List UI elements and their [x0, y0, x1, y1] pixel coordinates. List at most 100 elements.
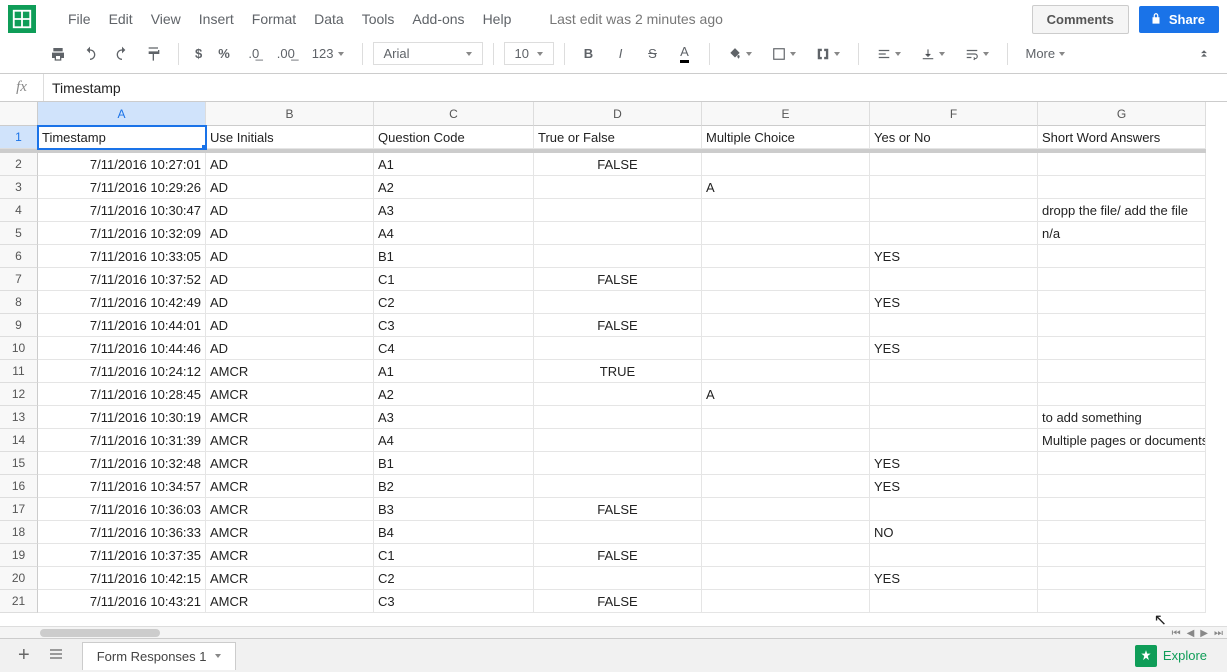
cell[interactable] — [870, 314, 1038, 337]
cell[interactable]: AMCR — [206, 567, 374, 590]
cell[interactable]: C2 — [374, 291, 534, 314]
cell[interactable]: AD — [206, 314, 374, 337]
cell[interactable]: B4 — [374, 521, 534, 544]
row-header[interactable]: 13 — [0, 406, 38, 429]
cell[interactable] — [702, 360, 870, 383]
row-header[interactable]: 4 — [0, 199, 38, 222]
cell[interactable] — [1038, 337, 1206, 360]
cell[interactable]: C1 — [374, 268, 534, 291]
column-header[interactable]: F — [870, 102, 1038, 126]
cell[interactable] — [1038, 176, 1206, 199]
scroll-right-icon[interactable]: ▶ — [1198, 628, 1210, 639]
row-header[interactable]: 17 — [0, 498, 38, 521]
cell[interactable]: A4 — [374, 222, 534, 245]
cell[interactable] — [534, 337, 702, 360]
wrap-button[interactable] — [957, 40, 997, 68]
cell[interactable] — [870, 360, 1038, 383]
cell[interactable]: B2 — [374, 475, 534, 498]
horizontal-scrollbar[interactable]: ⏮ ◀ ▶ ⏭ — [0, 626, 1227, 638]
cell[interactable] — [702, 245, 870, 268]
cell[interactable]: FALSE — [534, 268, 702, 291]
scroll-first-icon[interactable]: ⏮ — [1170, 628, 1183, 639]
menu-view[interactable]: View — [143, 7, 189, 31]
cell[interactable] — [702, 567, 870, 590]
menu-file[interactable]: File — [60, 7, 99, 31]
cell[interactable] — [702, 544, 870, 567]
cell[interactable] — [870, 590, 1038, 613]
cell[interactable]: AMCR — [206, 521, 374, 544]
cell[interactable]: AMCR — [206, 383, 374, 406]
cell[interactable] — [534, 567, 702, 590]
cell[interactable]: Multiple Choice — [702, 126, 870, 149]
cell[interactable] — [534, 245, 702, 268]
cell[interactable]: AMCR — [206, 406, 374, 429]
cell[interactable]: AD — [206, 245, 374, 268]
row-header[interactable]: 12 — [0, 383, 38, 406]
spreadsheet-grid[interactable]: ABCDEFG1TimestampUse InitialsQuestion Co… — [0, 102, 1227, 626]
cell[interactable]: 7/11/2016 10:42:15 — [38, 567, 206, 590]
cell[interactable]: Question Code — [374, 126, 534, 149]
cell[interactable] — [1038, 360, 1206, 383]
row-header[interactable]: 8 — [0, 291, 38, 314]
cell[interactable]: Multiple pages or documents — [1038, 429, 1206, 452]
bold-button[interactable]: B — [575, 40, 603, 68]
cell[interactable]: FALSE — [534, 153, 702, 176]
cell[interactable]: AD — [206, 337, 374, 360]
cell[interactable]: to add something — [1038, 406, 1206, 429]
cell[interactable]: AD — [206, 268, 374, 291]
cell[interactable] — [1038, 383, 1206, 406]
cell[interactable]: AD — [206, 291, 374, 314]
cell[interactable]: AD — [206, 199, 374, 222]
scrollbar-thumb[interactable] — [40, 629, 160, 637]
cell[interactable] — [1038, 452, 1206, 475]
cell[interactable]: A1 — [374, 153, 534, 176]
paint-format-icon[interactable] — [140, 40, 168, 68]
cell[interactable]: Use Initials — [206, 126, 374, 149]
last-edit-text[interactable]: Last edit was 2 minutes ago — [541, 7, 731, 31]
cell[interactable] — [534, 176, 702, 199]
menu-tools[interactable]: Tools — [354, 7, 403, 31]
cell[interactable] — [870, 429, 1038, 452]
column-header[interactable]: D — [534, 102, 702, 126]
row-header[interactable]: 7 — [0, 268, 38, 291]
menu-addons[interactable]: Add-ons — [404, 7, 472, 31]
strike-button[interactable]: S — [639, 40, 667, 68]
row-header[interactable]: 3 — [0, 176, 38, 199]
row-header[interactable]: 11 — [0, 360, 38, 383]
cell[interactable]: A3 — [374, 406, 534, 429]
cell[interactable]: A3 — [374, 199, 534, 222]
print-icon[interactable] — [44, 40, 72, 68]
cell[interactable]: NO — [870, 521, 1038, 544]
cell[interactable]: AD — [206, 222, 374, 245]
cell[interactable] — [870, 544, 1038, 567]
more-formats-dropdown[interactable]: 123 — [304, 40, 352, 68]
explore-button[interactable]: Explore — [1123, 645, 1219, 667]
add-sheet-button[interactable]: + — [8, 644, 40, 667]
cell[interactable]: C3 — [374, 590, 534, 613]
cell[interactable] — [702, 199, 870, 222]
row-header[interactable]: 6 — [0, 245, 38, 268]
row-header[interactable]: 18 — [0, 521, 38, 544]
borders-button[interactable] — [764, 40, 804, 68]
more-toolbar-dropdown[interactable]: More — [1018, 40, 1074, 68]
column-header[interactable]: B — [206, 102, 374, 126]
cell[interactable]: B3 — [374, 498, 534, 521]
cell[interactable]: 7/11/2016 10:42:49 — [38, 291, 206, 314]
sheets-logo[interactable] — [8, 5, 36, 33]
cell[interactable]: 7/11/2016 10:44:01 — [38, 314, 206, 337]
cell[interactable]: YES — [870, 567, 1038, 590]
cell[interactable]: AMCR — [206, 475, 374, 498]
cell[interactable]: C1 — [374, 544, 534, 567]
percent-button[interactable]: % — [212, 40, 236, 68]
menu-format[interactable]: Format — [244, 7, 304, 31]
cell[interactable]: 7/11/2016 10:37:52 — [38, 268, 206, 291]
cell[interactable]: YES — [870, 337, 1038, 360]
cell[interactable]: C2 — [374, 567, 534, 590]
cell[interactable] — [1038, 245, 1206, 268]
cell[interactable]: YES — [870, 452, 1038, 475]
cell[interactable] — [702, 452, 870, 475]
column-header[interactable]: A — [38, 102, 206, 126]
cell[interactable] — [870, 153, 1038, 176]
cell[interactable] — [702, 268, 870, 291]
cell[interactable]: AD — [206, 153, 374, 176]
